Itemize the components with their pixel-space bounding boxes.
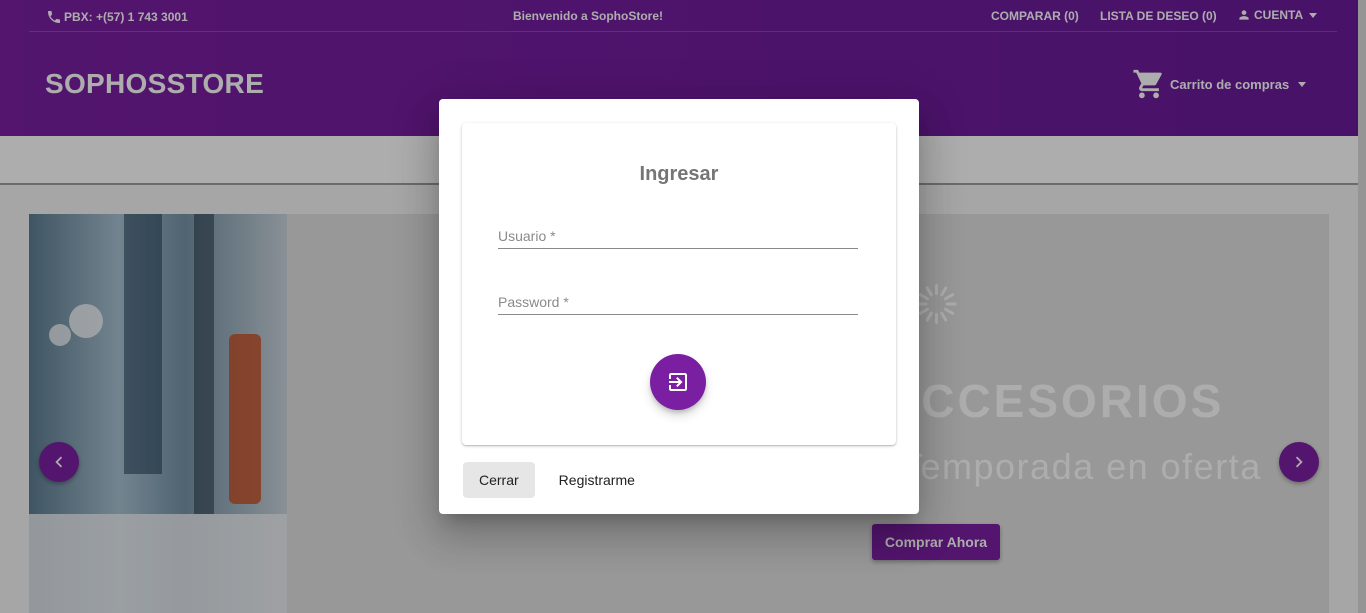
username-field[interactable]: [498, 219, 858, 249]
login-dialog: Ingresar Cerrar Registrarme: [439, 99, 919, 514]
login-submit-button[interactable]: [650, 354, 706, 410]
dialog-title: Ingresar: [639, 163, 719, 185]
password-field[interactable]: [498, 285, 858, 315]
username-input[interactable]: [498, 219, 858, 248]
login-card: Ingresar: [462, 123, 896, 445]
login-icon: [669, 373, 687, 391]
dialog-actions: Cerrar Registrarme: [463, 462, 651, 498]
password-input[interactable]: [498, 285, 858, 314]
close-button[interactable]: Cerrar: [463, 462, 535, 498]
register-button[interactable]: Registrarme: [543, 462, 651, 498]
